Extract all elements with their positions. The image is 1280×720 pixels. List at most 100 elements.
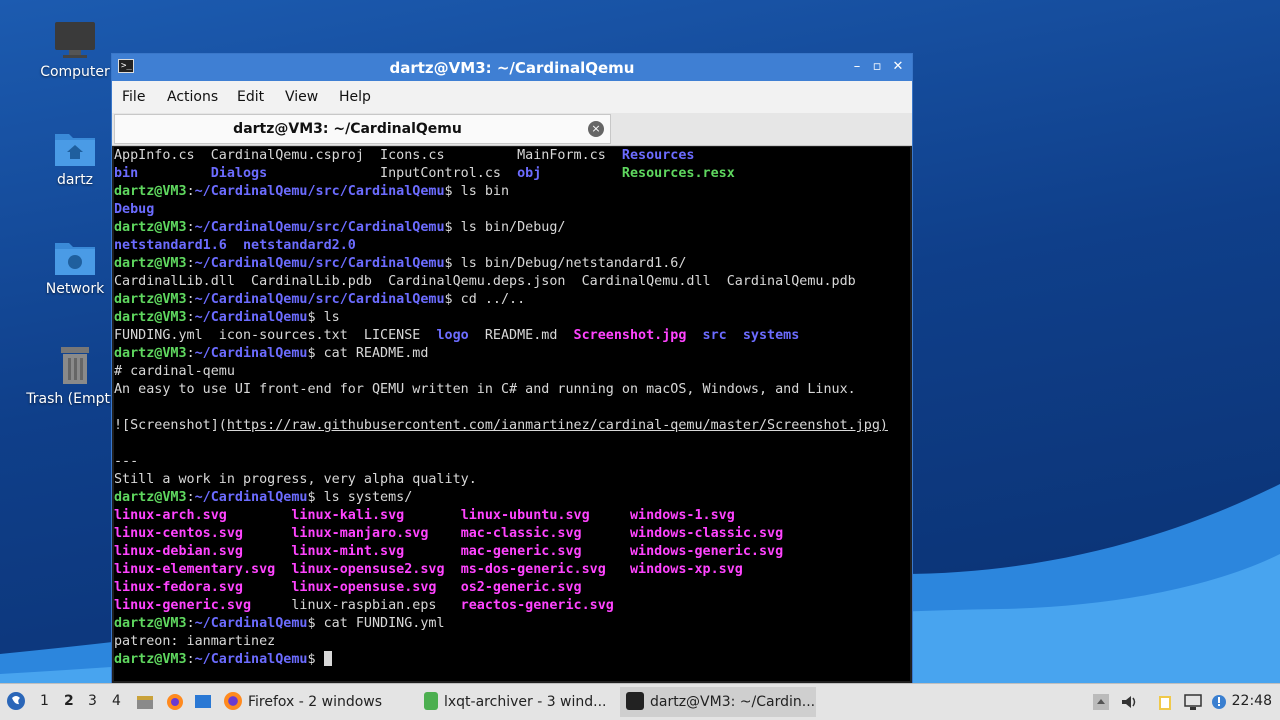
menu-view[interactable]: View	[285, 89, 318, 105]
workspace-3[interactable]: 3	[88, 693, 97, 709]
terminal-line: ---	[114, 453, 910, 471]
terminal-text: :	[186, 652, 195, 667]
desktop-icon-label: Computer	[40, 64, 110, 80]
terminal-text: ~/CardinalQemu	[194, 310, 308, 325]
terminal-line: bin Dialogs InputControl.cs obj Resource…	[114, 165, 910, 183]
update-notifier-icon[interactable]	[1210, 693, 1228, 711]
terminal-text: $ cat FUNDING.yml	[307, 616, 445, 631]
workspace-2[interactable]: 2	[64, 693, 74, 709]
minimize-button[interactable]: –	[848, 58, 866, 76]
terminal-text: linux-mint.svg	[291, 544, 405, 559]
terminal-text: linux-kali.svg	[291, 508, 405, 523]
desktop-icon-label: Trash (Empty)	[26, 391, 124, 407]
terminal-line: linux-generic.svg linux-raspbian.eps rea…	[114, 597, 910, 615]
tab-close-icon[interactable]: ×	[588, 121, 604, 137]
terminal-text: dartz@VM3	[114, 256, 187, 271]
maximize-button[interactable]: ▫	[868, 58, 886, 76]
terminal-text: windows-generic.svg	[630, 544, 784, 559]
terminal-text: netstandard2.0	[243, 238, 356, 253]
terminal-text: Resources.resx	[621, 166, 735, 181]
terminal-text: dartz@VM3	[114, 310, 187, 325]
terminal-line: linux-elementary.svg linux-opensuse2.svg…	[114, 561, 910, 579]
desktop-icon-trash[interactable]: Trash (Empty)	[25, 345, 125, 407]
menu-file[interactable]: File	[122, 89, 145, 105]
terminal-text: linux-elementary.svg	[114, 562, 276, 577]
terminal-text: ![Screenshot](	[114, 418, 227, 433]
firefox-launcher-icon[interactable]	[166, 693, 184, 711]
terminal-text: Still a work in progress, very alpha qua…	[114, 472, 477, 487]
desktop-icon-home[interactable]: dartz	[25, 128, 125, 188]
terminal-text: $ ls systems/	[307, 490, 413, 505]
terminal-text: linux-raspbian.eps	[251, 598, 461, 613]
window-titlebar[interactable]: >_ dartz@VM3: ~/CardinalQemu – ▫ ✕	[112, 54, 912, 81]
workspace-1[interactable]: 1	[40, 693, 49, 709]
terminal-window: >_ dartz@VM3: ~/CardinalQemu – ▫ ✕ File …	[111, 53, 913, 684]
terminal-text: dartz@VM3	[114, 292, 187, 307]
trash-icon	[61, 347, 89, 384]
desktop-icon-computer[interactable]: Computer	[25, 20, 125, 80]
terminal-text: InputControl.cs	[267, 166, 518, 181]
clipboard-icon[interactable]	[1156, 693, 1174, 711]
task-firefox[interactable]: Firefox - 2 windows	[224, 687, 416, 717]
terminal-line: dartz@VM3:~/CardinalQemu$ ls	[114, 309, 910, 327]
file-manager-icon[interactable]	[136, 693, 154, 711]
terminal-text: Debug	[114, 202, 155, 217]
menu-actions[interactable]: Actions	[167, 89, 218, 105]
task-terminal[interactable]: dartz@VM3: ~/Cardin...	[620, 687, 816, 717]
terminal-icon	[626, 692, 644, 710]
terminal-text: ~/CardinalQemu/src/CardinalQemu	[194, 220, 445, 235]
volume-icon[interactable]	[1120, 693, 1138, 711]
task-label: dartz@VM3: ~/Cardin...	[650, 694, 816, 710]
desktop-icon-label: Network	[45, 281, 105, 297]
show-desktop-icon[interactable]	[194, 693, 212, 711]
desktop-icon-network[interactable]: Network	[25, 237, 125, 297]
terminal-text: src	[702, 328, 727, 343]
terminal-text: AppInfo.cs CardinalQemu.csproj Icons.cs …	[114, 148, 622, 163]
terminal-text: linux-ubuntu.svg	[460, 508, 590, 523]
terminal-text: :	[186, 616, 195, 631]
terminal-text: systems	[742, 328, 800, 343]
menu-edit[interactable]: Edit	[237, 89, 264, 105]
terminal-text: :	[186, 310, 195, 325]
menu-help[interactable]: Help	[339, 89, 371, 105]
terminal-text: dartz@VM3	[114, 184, 187, 199]
terminal-text: patreon: ianmartinez	[114, 634, 276, 649]
terminal-line: CardinalLib.dll CardinalLib.pdb Cardinal…	[114, 273, 910, 291]
terminal-line: AppInfo.cs CardinalQemu.csproj Icons.cs …	[114, 147, 910, 165]
terminal-text: Resources	[621, 148, 695, 163]
workspace-4[interactable]: 4	[112, 693, 121, 709]
tray-expand-icon[interactable]	[1092, 693, 1110, 711]
terminal-text: os2-generic.svg	[460, 580, 582, 595]
tab-terminal[interactable]: dartz@VM3: ~/CardinalQemu ×	[114, 114, 611, 144]
terminal-text: linux-centos.svg	[114, 526, 243, 541]
terminal-text: linux-opensuse2.svg	[291, 562, 445, 577]
clock[interactable]: 22:48	[1232, 693, 1272, 709]
terminal-text: ~/CardinalQemu/src/CardinalQemu	[194, 292, 445, 307]
task-lxqt-archiver[interactable]: lxqt-archiver - 3 wind...	[424, 687, 616, 717]
computer-icon	[55, 22, 95, 58]
close-button[interactable]: ✕	[889, 58, 907, 76]
terminal-output[interactable]: AppInfo.cs CardinalQemu.csproj Icons.cs …	[114, 147, 910, 681]
firefox-icon	[224, 692, 242, 710]
terminal-text: :	[186, 346, 195, 361]
terminal-text: logo	[436, 328, 469, 343]
terminal-text: linux-arch.svg	[114, 508, 227, 523]
terminal-text: linux-generic.svg	[114, 598, 252, 613]
terminal-text: :	[186, 292, 195, 307]
terminal-line: linux-centos.svg linux-manjaro.svg mac-c…	[114, 525, 910, 543]
terminal-text: dartz@VM3	[114, 616, 187, 631]
start-menu-icon[interactable]	[6, 691, 26, 711]
terminal-text: FUNDING.yml icon-sources.txt LICENSE	[114, 328, 437, 343]
network-monitor-icon[interactable]	[1184, 693, 1202, 711]
